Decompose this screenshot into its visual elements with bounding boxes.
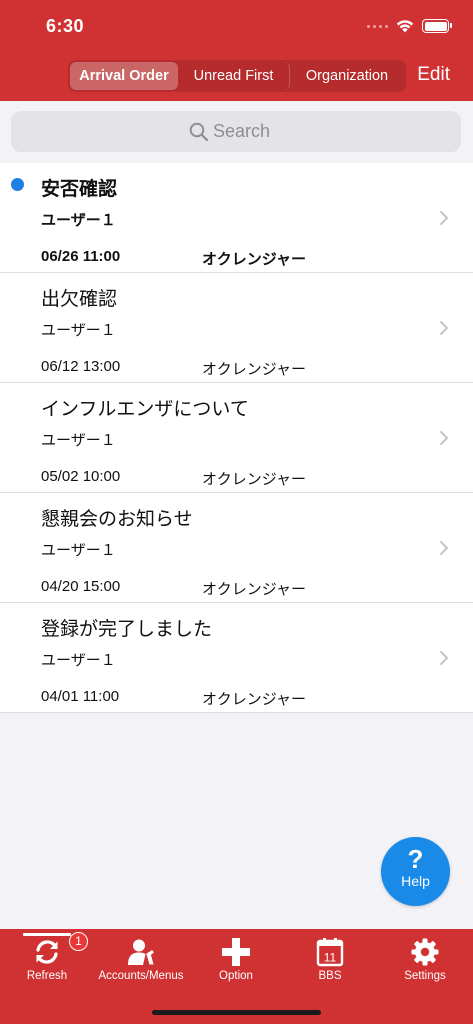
tab-label: BBS <box>318 970 342 982</box>
refresh-badge: 1 <box>69 932 88 951</box>
message-date: 05/02 10:00 <box>41 468 121 485</box>
message-sender: ユーザー１ <box>41 432 116 449</box>
tab-label: Option <box>219 970 253 982</box>
question-mark-icon: ? <box>407 844 424 874</box>
tab-option[interactable]: Option <box>189 929 283 989</box>
message-title: インフルエンザについて <box>41 399 249 420</box>
sort-segmented-control: Arrival Order Unread First Organization <box>68 60 406 92</box>
message-title: 登録が完了しました <box>41 619 213 640</box>
help-button[interactable]: ? Help <box>381 837 450 906</box>
screen: 6:30 Arrival Order Unread First Organiza… <box>0 0 473 1024</box>
message-title: 安否確認 <box>41 179 118 200</box>
message-sender: ユーザー１ <box>41 542 116 559</box>
message-title: 懇親会のお知らせ <box>41 509 193 530</box>
segment-unread-first[interactable]: Unread First <box>178 62 290 90</box>
search-area <box>0 101 473 163</box>
message-date: 04/01 11:00 <box>41 688 120 705</box>
message-sender: ユーザー１ <box>41 322 116 339</box>
message-organization: オクレンジャー <box>202 691 306 708</box>
account-icon <box>128 939 154 965</box>
status-icons <box>367 16 452 36</box>
tab-settings[interactable]: Settings <box>378 929 472 989</box>
search-icon <box>189 122 209 141</box>
message-sender: ユーザー１ <box>41 652 116 669</box>
calendar-day-text: 11 <box>324 951 337 965</box>
message-item[interactable]: 安否確認 ユーザー１ 06/26 11:00 オクレンジャー <box>0 163 473 273</box>
search-bar[interactable] <box>11 111 461 152</box>
refresh-icon <box>36 940 58 964</box>
chevron-right-icon <box>440 211 448 225</box>
message-date: 06/12 13:00 <box>41 358 121 375</box>
tab-label: Settings <box>404 970 446 982</box>
chevron-right-icon <box>440 541 448 555</box>
search-input[interactable] <box>213 121 283 142</box>
home-indicator <box>152 1010 321 1015</box>
unread-dot-icon <box>11 178 24 191</box>
chevron-right-icon <box>440 651 448 665</box>
message-date: 06/26 11:00 <box>41 248 121 265</box>
battery-icon <box>422 19 452 33</box>
header-bar: 6:30 Arrival Order Unread First Organiza… <box>0 0 473 101</box>
message-organization: オクレンジャー <box>202 251 306 268</box>
message-list: 安否確認 ユーザー１ 06/26 11:00 オクレンジャー 出欠確認 ユーザー… <box>0 163 473 713</box>
help-label: Help <box>401 873 430 889</box>
message-item[interactable]: 登録が完了しました ユーザー１ 04/01 11:00 オクレンジャー <box>0 603 473 713</box>
message-title: 出欠確認 <box>41 289 118 310</box>
calendar-icon: 11 <box>316 938 344 967</box>
tab-label: Refresh <box>26 970 68 982</box>
gear-icon <box>411 938 439 966</box>
wifi-icon <box>396 20 414 33</box>
active-tab-indicator <box>23 933 71 936</box>
edit-button[interactable]: Edit <box>417 64 450 86</box>
status-time: 6:30 <box>46 16 85 36</box>
segment-arrival-order[interactable]: Arrival Order <box>70 62 178 90</box>
message-organization: オクレンジャー <box>202 361 306 378</box>
message-item[interactable]: 懇親会のお知らせ ユーザー１ 04/20 15:00 オクレンジャー <box>0 493 473 603</box>
cellular-signal-icon <box>367 24 388 28</box>
message-organization: オクレンジャー <box>202 471 306 488</box>
message-item[interactable]: 出欠確認 ユーザー１ 06/12 13:00 オクレンジャー <box>0 273 473 383</box>
tab-bbs[interactable]: 11 BBS <box>283 929 377 989</box>
chevron-right-icon <box>440 321 448 335</box>
message-item[interactable]: インフルエンザについて ユーザー１ 05/02 10:00 オクレンジャー <box>0 383 473 493</box>
plus-icon <box>222 938 250 966</box>
message-date: 04/20 15:00 <box>41 578 121 595</box>
message-organization: オクレンジャー <box>202 581 306 598</box>
tab-accounts-menus[interactable]: Accounts/Menus <box>94 929 188 989</box>
tab-label: Accounts/Menus <box>98 970 184 982</box>
message-sender: ユーザー１ <box>41 212 116 229</box>
chevron-right-icon <box>440 431 448 445</box>
segment-organization[interactable]: Organization <box>290 62 404 90</box>
